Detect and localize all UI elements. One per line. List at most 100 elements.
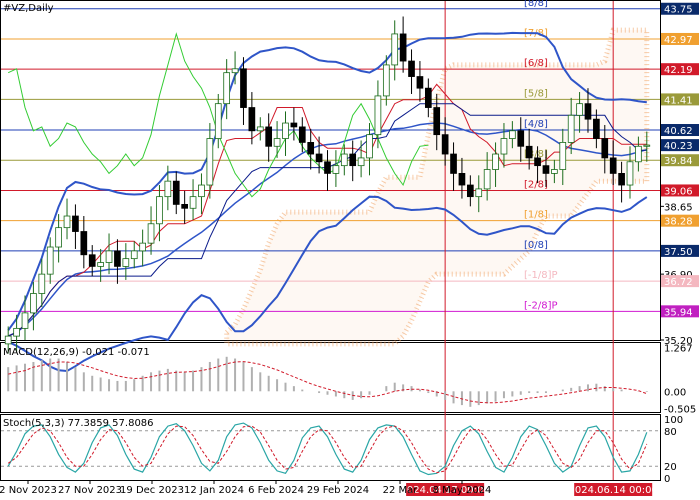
candle-body bbox=[206, 138, 214, 186]
price-axis-label: 36.72 bbox=[664, 277, 693, 288]
stoch-title: Stoch(5,3,3) 77.3859 57.8086 bbox=[3, 418, 154, 429]
candle-body bbox=[584, 103, 592, 120]
candle-body bbox=[609, 157, 617, 174]
time-axis-label: 6 Feb 2024 bbox=[248, 485, 304, 496]
candle-body bbox=[80, 231, 88, 256]
candle-body bbox=[366, 134, 373, 159]
price-axis-label: 40.62 bbox=[664, 126, 693, 137]
candle-body bbox=[72, 215, 79, 232]
candle-body bbox=[534, 157, 541, 167]
candle-body bbox=[357, 157, 365, 167]
time-axis-label: 8 May 2024 bbox=[433, 485, 492, 496]
candle-body bbox=[130, 250, 138, 260]
price-axis-label: 41.41 bbox=[664, 95, 693, 106]
price-axis-label: 39.84 bbox=[664, 156, 693, 167]
candle-body bbox=[290, 122, 298, 128]
candle-body bbox=[593, 118, 600, 139]
candle-body bbox=[21, 312, 29, 329]
murrey-level-label: [6/8] bbox=[524, 58, 548, 69]
macd-axis-label: 0.00 bbox=[664, 387, 686, 398]
candle-body bbox=[450, 153, 457, 174]
candle-body bbox=[500, 138, 508, 155]
candle-body bbox=[13, 327, 20, 337]
candle-body bbox=[164, 180, 172, 198]
time-axis-label: 27 Nov 2023 bbox=[58, 485, 122, 496]
candle-body bbox=[172, 180, 180, 205]
date-marker-label: 2024.06.14 00:00 bbox=[569, 485, 658, 496]
candle-body bbox=[525, 145, 533, 159]
candle-body bbox=[156, 196, 163, 225]
candle-body bbox=[30, 293, 37, 314]
candle-body bbox=[492, 153, 499, 170]
time-axis-label: 22 Mar bbox=[383, 485, 419, 496]
price-axis-label: 35.94 bbox=[664, 307, 693, 318]
candle-body bbox=[189, 196, 197, 209]
murrey-level-label: [8/8] bbox=[524, 0, 548, 9]
price-axis-label: 39.06 bbox=[664, 186, 693, 197]
candle-body bbox=[340, 153, 348, 167]
stoch-axis-label: 0 bbox=[664, 474, 670, 485]
candle-body bbox=[643, 144, 651, 147]
candle-body bbox=[256, 126, 264, 132]
candle-body bbox=[273, 138, 281, 147]
candle-body bbox=[416, 76, 424, 89]
chart-title: #VZ,Daily bbox=[3, 3, 54, 14]
candle-body bbox=[214, 103, 222, 139]
candle-body bbox=[441, 134, 449, 155]
candle-body bbox=[97, 262, 104, 267]
candle-body bbox=[374, 95, 382, 136]
candle-body bbox=[576, 103, 583, 116]
candle-body bbox=[122, 258, 130, 267]
murrey-level-label: [-2/8]P bbox=[524, 300, 558, 311]
candle-body bbox=[635, 145, 642, 163]
candle-body bbox=[601, 138, 609, 159]
candle-body bbox=[542, 165, 550, 174]
candle-body bbox=[475, 188, 483, 198]
candle-body bbox=[231, 68, 239, 74]
stoch-axis-label: 20 bbox=[664, 462, 677, 473]
candle-body bbox=[408, 60, 415, 77]
price-axis-label: 38.28 bbox=[664, 217, 693, 228]
macd-axis-label: 1.267 bbox=[664, 344, 693, 355]
candle-body bbox=[282, 122, 289, 139]
candle-body bbox=[618, 173, 625, 186]
candle-body bbox=[298, 126, 306, 143]
candle-body bbox=[114, 250, 121, 267]
price-axis-label: 38.65 bbox=[664, 202, 693, 213]
candle-body bbox=[38, 273, 46, 294]
candle-body bbox=[391, 33, 399, 66]
stoch-axis-label: 100 bbox=[664, 415, 683, 426]
candle-body bbox=[139, 242, 146, 252]
candle-body bbox=[399, 33, 407, 62]
candle-body bbox=[55, 227, 62, 248]
murrey-level-label: [0/8] bbox=[524, 240, 548, 251]
time-axis-label: 2 Nov 2023 bbox=[0, 485, 57, 496]
price-axis-label: 37.50 bbox=[664, 247, 693, 258]
price-axis-label: 43.75 bbox=[664, 5, 693, 16]
candle-body bbox=[105, 250, 113, 263]
chart-canvas: [8/8][7/8][6/8][5/8][4/8][3/8][2/8][1/8]… bbox=[0, 0, 699, 496]
candle-body bbox=[458, 173, 466, 186]
murrey-level-label: [1/8] bbox=[524, 210, 548, 221]
candle-body bbox=[551, 169, 558, 174]
price-axis-label: 42.97 bbox=[664, 35, 693, 46]
candle-body bbox=[88, 254, 96, 267]
price-axis-label: 40.23 bbox=[664, 141, 693, 152]
candle-body bbox=[248, 107, 256, 132]
candle-body bbox=[4, 335, 12, 345]
murrey-level-label: [2/8] bbox=[524, 179, 548, 190]
murrey-level-label: [-1/8]P bbox=[524, 270, 558, 281]
candle-body bbox=[567, 114, 575, 143]
candle-body bbox=[483, 169, 491, 190]
murrey-level-label: [5/8] bbox=[524, 88, 548, 99]
candle-body bbox=[509, 130, 516, 139]
candle-body bbox=[332, 165, 340, 174]
candle-body bbox=[424, 87, 432, 108]
candle-body bbox=[324, 161, 331, 174]
candle-body bbox=[147, 223, 155, 244]
macd-title: MACD(12,26,9) -0.021 -0.071 bbox=[3, 347, 150, 358]
candle-body bbox=[198, 184, 205, 198]
candle-body bbox=[349, 153, 357, 167]
candle-body bbox=[223, 72, 231, 105]
candle-body bbox=[181, 203, 188, 209]
